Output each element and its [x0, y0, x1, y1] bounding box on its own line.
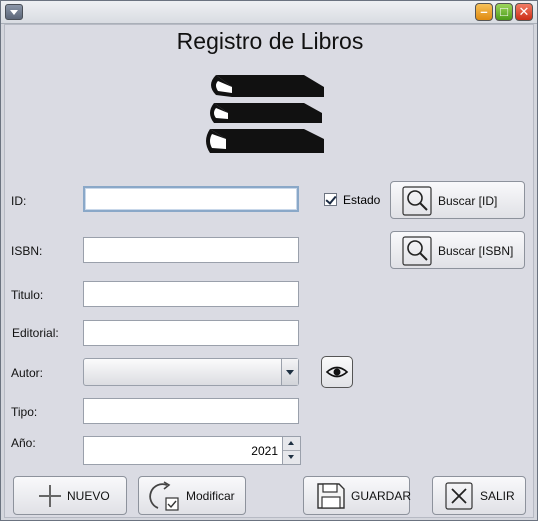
system-menu-button[interactable] [5, 4, 23, 20]
id-label: ID: [11, 194, 27, 208]
buscar-isbn-button[interactable]: Buscar [ISBN] [390, 231, 525, 269]
editorial-label: Editorial: [12, 326, 59, 340]
anio-value: 2021 [251, 444, 278, 458]
estado-label: Estado [343, 193, 381, 207]
close-icon [445, 482, 473, 510]
tipo-label: Tipo: [11, 405, 38, 419]
view-autor-button[interactable] [321, 356, 353, 388]
save-icon [317, 483, 345, 509]
minimize-button[interactable]: – [475, 3, 493, 21]
books-icon [206, 75, 324, 153]
eye-icon [325, 366, 349, 378]
refresh-icon [149, 481, 179, 511]
anio-label: Año: [11, 436, 36, 450]
guardar-button[interactable]: GUARDAR [303, 476, 412, 515]
buscar-id-label: Buscar [ID] [438, 194, 498, 208]
id-field[interactable] [83, 186, 299, 212]
spinner-buttons [282, 437, 300, 464]
autor-label: Autor: [11, 366, 44, 380]
tipo-field[interactable] [83, 398, 299, 424]
modificar-button[interactable]: Modificar [138, 476, 246, 515]
buscar-id-button[interactable]: Buscar [ID] [390, 181, 525, 219]
salir-label: SALIR [480, 489, 515, 503]
estado-checkbox[interactable] [324, 193, 337, 206]
guardar-label: GUARDAR [351, 489, 412, 503]
salir-button[interactable]: SALIR [432, 476, 526, 515]
isbn-label: ISBN: [11, 244, 43, 258]
title-bar: – □ ✕ [1, 1, 537, 24]
editorial-field[interactable] [83, 320, 299, 346]
autor-select[interactable] [83, 358, 299, 386]
modificar-label: Modificar [186, 489, 235, 503]
titulo-label: Titulo: [11, 288, 44, 302]
buscar-isbn-label: Buscar [ISBN] [438, 244, 514, 258]
maximize-button[interactable]: □ [495, 3, 513, 21]
search-icon [402, 186, 432, 216]
spinner-up-button[interactable] [283, 437, 300, 451]
spinner-down-button[interactable] [283, 451, 300, 464]
plus-icon [39, 485, 61, 507]
anio-spinner[interactable]: 2021 [83, 436, 301, 465]
nuevo-label: NUEVO [67, 489, 110, 503]
search-icon [402, 236, 432, 266]
isbn-field[interactable] [83, 237, 299, 263]
page-title: Registro de Libros [176, 28, 364, 54]
app-window: – □ ✕ Registro de Libros ID: Estado Busc… [0, 0, 538, 521]
titulo-field[interactable] [83, 281, 299, 307]
nuevo-button[interactable]: NUEVO [13, 476, 127, 515]
chevron-down-icon[interactable] [281, 359, 298, 385]
close-window-button[interactable]: ✕ [515, 3, 533, 21]
